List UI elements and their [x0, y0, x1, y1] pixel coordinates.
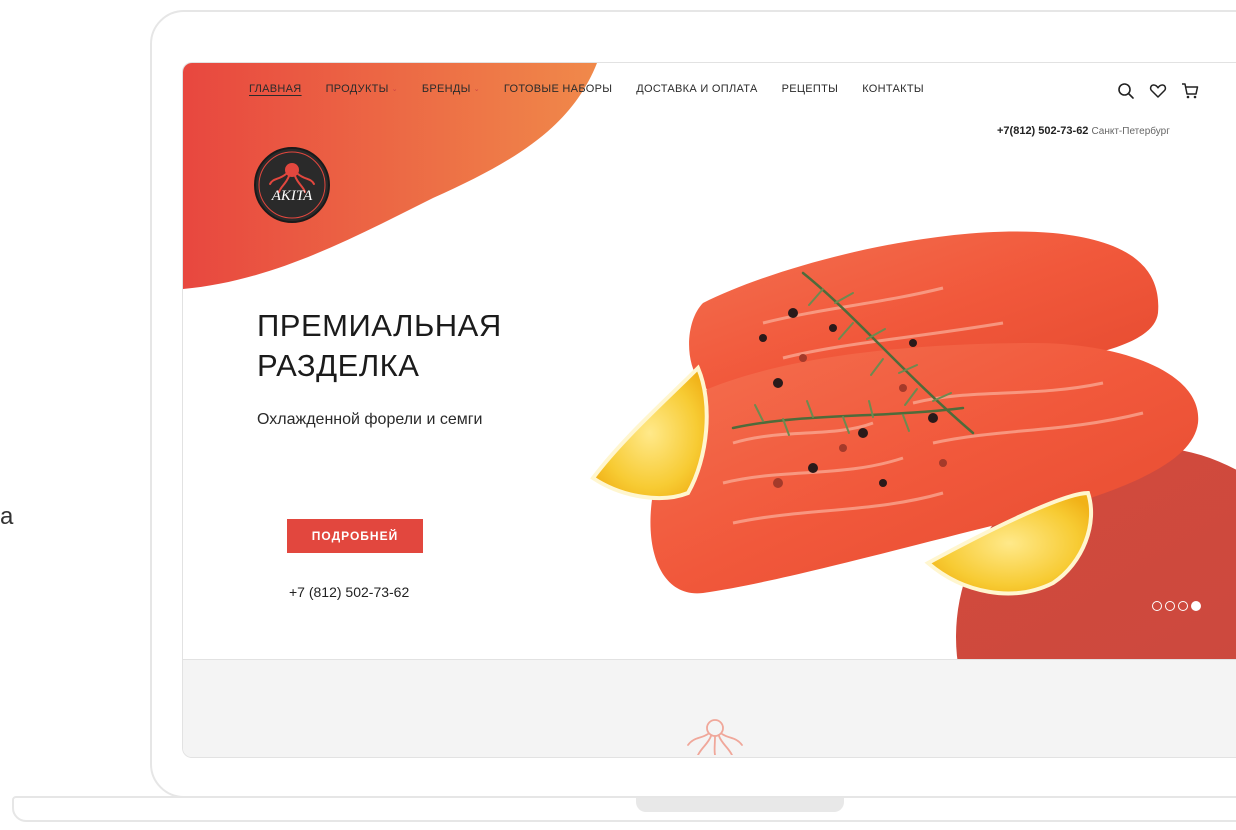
- hero-title-line2: РАЗДЕЛКА: [257, 348, 420, 383]
- chevron-down-icon: ⌄: [473, 86, 480, 93]
- slider-dots: [1152, 601, 1201, 611]
- nav-item-delivery[interactable]: ДОСТАВКА И ОПЛАТА: [636, 83, 757, 95]
- header-phone[interactable]: +7(812) 502-73-62: [997, 125, 1088, 137]
- slider-dot[interactable]: [1152, 601, 1162, 611]
- salmon-image: [590, 231, 1199, 596]
- logo-text: AKITA: [271, 188, 313, 204]
- octopus-icon: [687, 719, 743, 755]
- website-screen: ГЛАВНАЯ ПРОДУКТЫ ⌄ БРЕНДЫ ⌄ ГОТОВЫЕ НАБОРЫ…: [182, 62, 1236, 758]
- nav-item-label: РЕЦЕПТЫ: [781, 83, 839, 95]
- nav-item-sets[interactable]: ГОТОВЫЕ НАБОРЫ: [504, 83, 612, 95]
- slider-dot[interactable]: [1178, 601, 1188, 611]
- nav-item-label: ГОТОВЫЕ НАБОРЫ: [503, 83, 613, 95]
- hero-title: ПРЕМИАЛЬНАЯ РАЗДЕЛКА: [257, 306, 502, 386]
- search-icon[interactable]: [1117, 82, 1135, 100]
- header-icons: [1117, 82, 1199, 100]
- nav-item-products[interactable]: ПРОДУКТЫ ⌄: [326, 83, 398, 95]
- laptop-base: [12, 796, 1236, 822]
- chevron-down-icon: ⌄: [391, 86, 398, 93]
- nav-item-label: ПРОДУКТЫ: [325, 83, 389, 95]
- slider-dot[interactable]: [1165, 601, 1175, 611]
- hero-phone[interactable]: +7 (812) 502-73-62: [289, 584, 409, 600]
- laptop-notch: [636, 798, 844, 812]
- more-button[interactable]: ПОДРОБНЕЙ: [287, 519, 423, 553]
- hero-subtitle: Охлажденной форели и семги: [257, 411, 483, 428]
- nav-item-brands[interactable]: БРЕНДЫ ⌄: [422, 83, 480, 95]
- nav-item-recipes[interactable]: РЕЦЕПТЫ: [782, 83, 839, 95]
- nav-item-contacts[interactable]: КОНТАКТЫ: [862, 83, 924, 95]
- nav-item-label: КОНТАКТЫ: [862, 83, 924, 95]
- nav-item-home[interactable]: ГЛАВНАЯ: [249, 83, 302, 95]
- slider-dot-active[interactable]: [1191, 601, 1201, 611]
- nav-item-label: БРЕНДЫ: [421, 83, 471, 95]
- heart-icon[interactable]: [1149, 82, 1167, 100]
- cart-icon[interactable]: [1181, 82, 1199, 100]
- header-contact: +7(812) 502-73-62 Санкт-Петербург: [997, 125, 1170, 137]
- hero-title-line1: ПРЕМИАЛЬНАЯ: [257, 308, 502, 343]
- header-city: Санкт-Петербург: [1091, 126, 1170, 137]
- main-nav: ГЛАВНАЯ ПРОДУКТЫ ⌄ БРЕНДЫ ⌄ ГОТОВЫЕ НАБОРЫ…: [249, 83, 924, 95]
- nav-item-label: ГЛАВНАЯ: [249, 83, 302, 95]
- nav-item-label: ДОСТАВКА И ОПЛАТА: [636, 83, 758, 95]
- akita-logo[interactable]: AKITA: [253, 146, 331, 224]
- side-text-fragment: a: [0, 503, 14, 530]
- header-gradient-shape: [183, 63, 597, 289]
